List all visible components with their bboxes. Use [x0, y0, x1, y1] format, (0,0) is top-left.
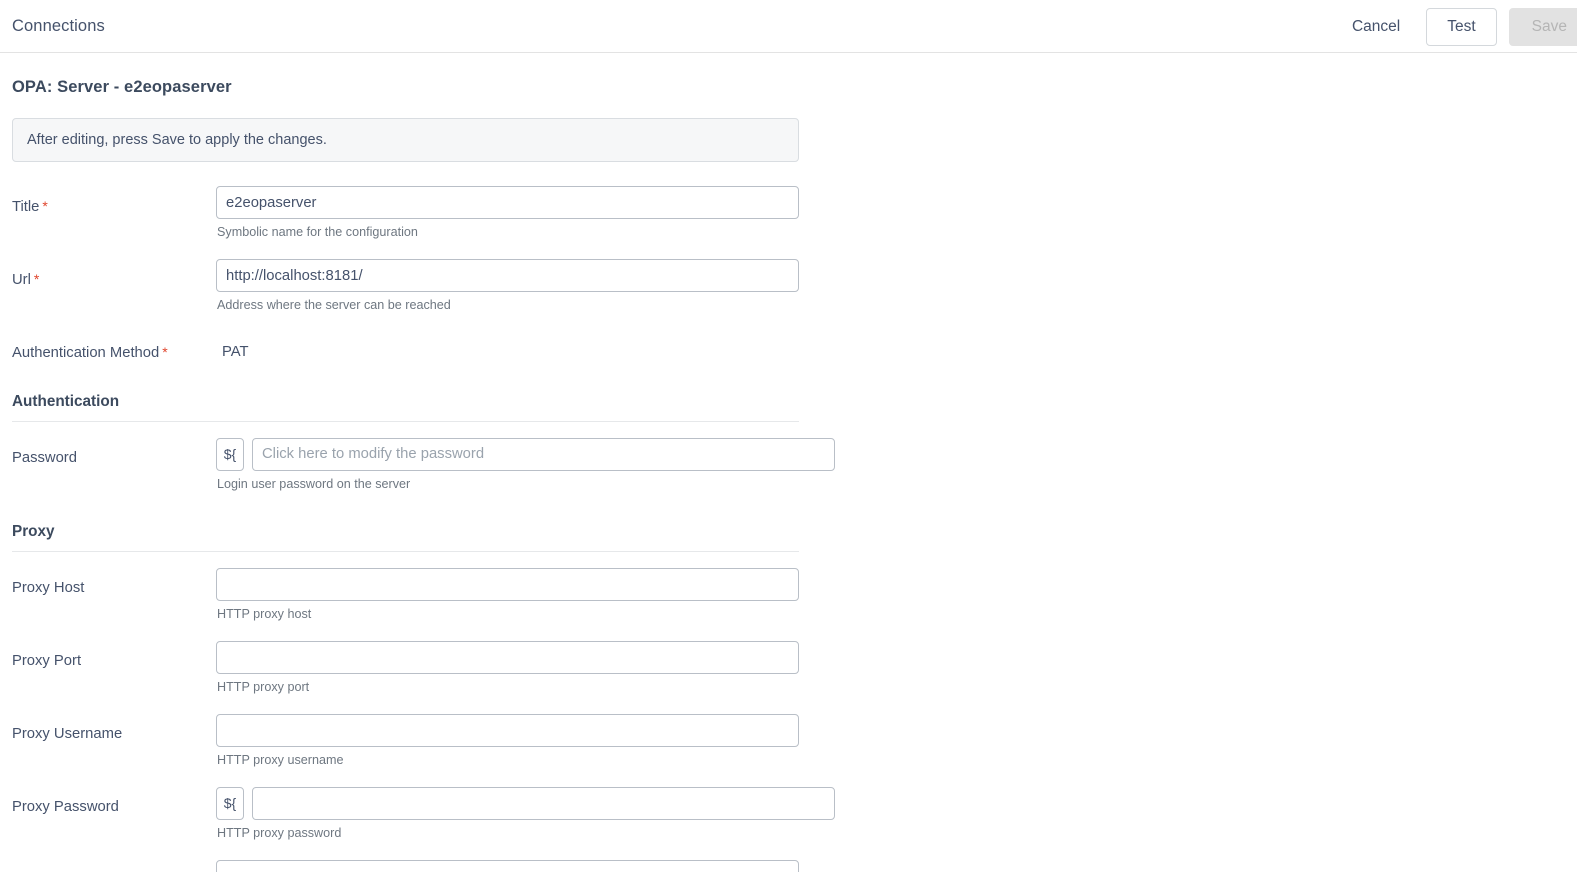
- field-row-title: Title* Symbolic name for the configurati…: [12, 186, 1565, 259]
- control-line-proxy-domain: [216, 859, 1565, 872]
- control-proxy-domain: Domain to be used for NTLM proxy authent…: [216, 859, 1565, 872]
- field-row-url: Url* Address where the server can be rea…: [12, 259, 1565, 332]
- field-row-proxy-password: Proxy Password ${ HTTP proxy password: [12, 786, 1565, 860]
- control-proxy-host: HTTP proxy host: [216, 567, 1565, 641]
- label-url-text: Url: [12, 272, 31, 288]
- field-row-authentication-method: Authentication Method * PAT: [12, 332, 1565, 363]
- field-row-proxy-domain: Proxy Domain Domain to be used for NTLM …: [12, 859, 1565, 872]
- control-line-proxy-port: [216, 640, 1565, 674]
- control-line-title: [216, 186, 1565, 219]
- required-asterisk: *: [33, 271, 40, 287]
- section-divider-authentication: [12, 420, 799, 422]
- required-asterisk: *: [42, 198, 48, 214]
- control-title: Symbolic name for the configuration: [216, 186, 1565, 259]
- control-authentication-method: PAT: [216, 332, 1565, 360]
- title-input[interactable]: [216, 186, 799, 219]
- label-proxy-username: Proxy Username: [12, 725, 123, 742]
- control-line-proxy-password: ${: [216, 786, 1565, 820]
- label-proxy-domain: Proxy Domain: [12, 860, 216, 872]
- control-line-url: [216, 259, 1565, 292]
- field-row-proxy-username: Proxy Username HTTP proxy username: [12, 713, 1565, 787]
- control-line-password: ${: [216, 437, 1565, 471]
- label-title: Title *: [12, 186, 216, 217]
- toolbar-actions: Cancel Test Save: [1338, 0, 1577, 53]
- proxy-domain-input[interactable]: [216, 859, 799, 872]
- help-proxy-username: HTTP proxy username: [217, 752, 344, 767]
- control-line-proxy-username: [216, 713, 1565, 747]
- breadcrumb-connections: Connections: [12, 16, 105, 35]
- label-proxy-port: Proxy Port: [12, 652, 82, 669]
- label-authentication-method-text: Authentication Method: [12, 345, 160, 361]
- label-authentication-method: Authentication Method *: [12, 332, 216, 363]
- cancel-button[interactable]: Cancel: [1338, 11, 1414, 43]
- variable-expression-icon[interactable]: ${: [216, 786, 244, 820]
- control-proxy-username: HTTP proxy username: [216, 713, 1565, 787]
- help-proxy-host: HTTP proxy host: [217, 606, 312, 621]
- label-proxy-host: Proxy Host: [12, 579, 85, 596]
- section-heading-authentication: Authentication: [12, 392, 120, 410]
- control-password: ${ Login user password on the server: [216, 437, 1565, 511]
- test-button[interactable]: Test: [1426, 7, 1497, 46]
- label-proxy-password: Proxy Password: [12, 798, 119, 815]
- help-proxy-port: HTTP proxy port: [217, 679, 310, 694]
- proxy-password-input[interactable]: [252, 786, 835, 820]
- save-button: Save: [1508, 7, 1577, 46]
- help-proxy-password: HTTP proxy password: [217, 825, 342, 840]
- control-proxy-password: ${ HTTP proxy password: [216, 786, 1565, 860]
- field-row-proxy-host: Proxy Host HTTP proxy host: [12, 567, 1565, 641]
- url-input[interactable]: [216, 259, 799, 292]
- label-url: Url *: [12, 259, 216, 290]
- proxy-username-input[interactable]: [216, 713, 799, 747]
- password-input[interactable]: [252, 437, 835, 471]
- field-row-password: Password ${ Login user password on the s…: [12, 437, 1565, 511]
- label-password: Password: [12, 449, 77, 466]
- connection-form-page: OPA: Server - e2eopaserver After editing…: [0, 78, 1577, 872]
- proxy-port-input[interactable]: [216, 640, 799, 674]
- variable-expression-icon[interactable]: ${: [216, 437, 244, 471]
- section-heading-proxy: Proxy: [12, 522, 55, 540]
- page-title: OPA: Server - e2eopaserver: [12, 78, 232, 96]
- required-asterisk: *: [162, 344, 168, 360]
- help-password: Login user password on the server: [217, 476, 411, 491]
- connection-form: Title* Symbolic name for the configurati…: [12, 186, 1565, 872]
- info-banner: After editing, press Save to apply the c…: [12, 118, 799, 162]
- help-url: Address where the server can be reached: [217, 298, 451, 312]
- authentication-method-value: PAT: [222, 344, 249, 360]
- control-line-proxy-host: [216, 567, 1565, 601]
- label-title-text: Title: [12, 199, 40, 215]
- control-proxy-port: HTTP proxy port: [216, 640, 1565, 714]
- field-row-proxy-port: Proxy Port HTTP proxy port: [12, 640, 1565, 714]
- proxy-host-input[interactable]: [216, 567, 799, 601]
- control-url: Address where the server can be reached: [216, 259, 1565, 332]
- section-divider-proxy: [12, 550, 799, 552]
- help-title: Symbolic name for the configuration: [217, 225, 418, 239]
- top-toolbar: Connections Cancel Test Save: [0, 0, 1577, 53]
